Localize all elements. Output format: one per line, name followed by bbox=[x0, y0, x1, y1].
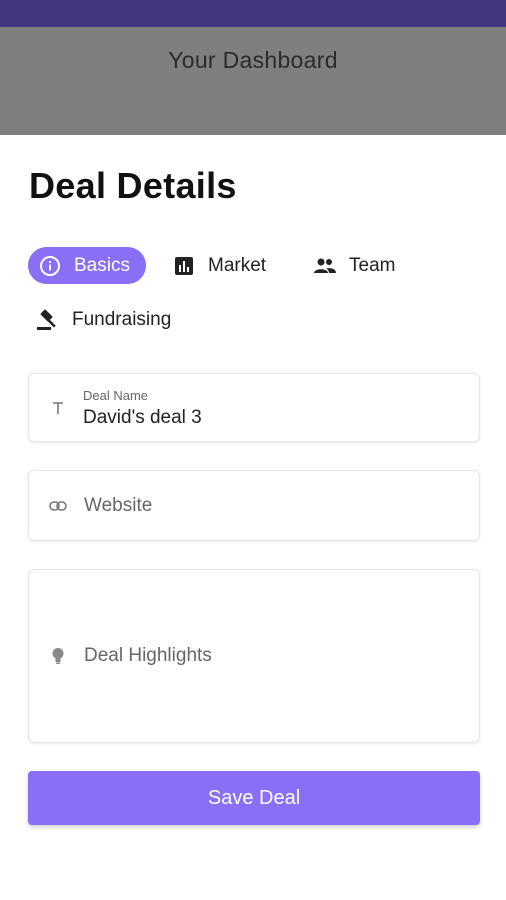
deal-name-label: Deal Name bbox=[83, 388, 149, 403]
tab-basics[interactable]: Basics bbox=[28, 247, 146, 284]
tab-basics-label: Basics bbox=[74, 254, 130, 276]
info-icon bbox=[38, 254, 62, 278]
dashboard-header: Your Dashboard bbox=[0, 27, 506, 135]
save-deal-button[interactable]: Save Deal bbox=[28, 771, 480, 825]
deal-name-value: David's deal 3 bbox=[83, 407, 202, 428]
status-bar bbox=[0, 0, 506, 27]
website-placeholder: Website bbox=[84, 495, 153, 516]
tab-fundraising-label: Fundraising bbox=[72, 308, 172, 330]
bar-chart-icon bbox=[172, 254, 196, 278]
deal-name-field[interactable]: Deal Name David's deal 3 bbox=[28, 373, 480, 442]
deal-highlights-field[interactable]: Deal Highlights bbox=[28, 569, 480, 743]
page-title: Deal Details bbox=[29, 165, 237, 206]
text-icon bbox=[49, 399, 67, 417]
tab-market-label: Market bbox=[208, 254, 267, 276]
lightbulb-icon bbox=[49, 647, 67, 665]
website-field[interactable]: Website bbox=[28, 470, 480, 541]
gavel-icon bbox=[36, 308, 60, 332]
tab-team[interactable]: Team bbox=[313, 247, 395, 284]
link-icon bbox=[49, 497, 67, 515]
people-icon bbox=[313, 254, 337, 278]
tab-market[interactable]: Market bbox=[172, 247, 266, 284]
deal-highlights-placeholder: Deal Highlights bbox=[84, 645, 212, 666]
deal-details-sheet: Deal Details Basics Market Team Fundrais… bbox=[0, 135, 506, 900]
dashboard-title: Your Dashboard bbox=[168, 47, 338, 73]
tab-team-label: Team bbox=[349, 254, 396, 276]
tab-fundraising[interactable]: Fundraising bbox=[36, 301, 171, 338]
